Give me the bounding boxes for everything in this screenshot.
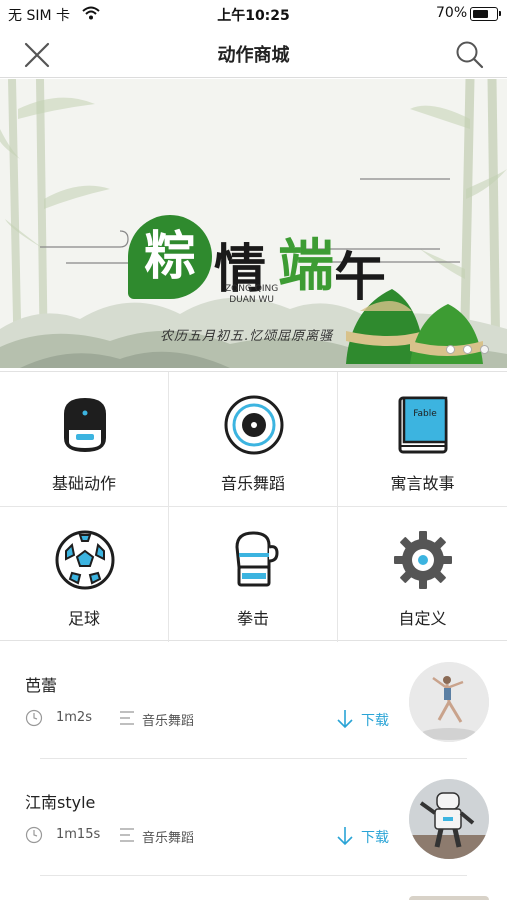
category-label: 足球 <box>67 609 100 628</box>
page-title: 动作商城 <box>217 45 290 66</box>
page-indicator-dot-3[interactable] <box>480 345 489 354</box>
boxing-glove-icon <box>235 531 279 587</box>
status-time: 上午10:25 <box>217 8 290 24</box>
category-soccer[interactable]: 足球 <box>0 507 169 642</box>
soccer-ball-icon <box>55 530 115 590</box>
action-name: 芭蕾 <box>25 676 58 695</box>
download-label: 下载 <box>361 713 389 729</box>
status-bar: 无 SIM 卡 上午10:25 70% <box>0 0 507 28</box>
action-meta: 1m15s 音乐舞蹈 下载 <box>25 825 405 847</box>
battery-icon <box>470 7 501 21</box>
list-icon <box>120 828 134 842</box>
category-fables[interactable]: Fable 寓言故事 <box>338 372 507 507</box>
action-duration: 1m15s <box>56 827 101 842</box>
banner-char-3: 端 <box>278 233 334 299</box>
battery-nub <box>498 11 501 16</box>
download-icon <box>337 710 353 729</box>
fable-book-icon: Fable <box>398 396 448 454</box>
banner-char-4: 午 <box>334 247 387 308</box>
list-item[interactable]: 芭蕾 1m2s 音乐舞蹈 下载 <box>0 642 507 759</box>
category-boxing[interactable]: 拳击 <box>169 507 338 642</box>
download-button[interactable]: 下载 <box>335 708 405 730</box>
search-icon[interactable] <box>454 39 486 71</box>
battery-fill <box>472 9 488 18</box>
category-grid: 基础动作 音乐舞蹈 Fable 寓言故事 足球 拳击 自定义 <box>0 371 507 642</box>
category-label: 寓言故事 <box>390 474 455 493</box>
music-disc-icon <box>224 395 284 455</box>
robot-dancing-thumbnail <box>409 779 489 859</box>
action-category: 音乐舞蹈 <box>142 831 195 846</box>
list-icon <box>120 711 134 725</box>
banner-pinyin-line-1: ZONG QING <box>225 284 279 294</box>
clock-icon <box>25 826 43 844</box>
download-icon <box>337 827 353 846</box>
list-item-partial[interactable] <box>409 896 489 900</box>
download-button[interactable]: 下载 <box>335 825 405 847</box>
category-music-dance[interactable]: 音乐舞蹈 <box>169 372 338 507</box>
category-label: 基础动作 <box>51 474 116 493</box>
gear-icon <box>394 531 452 589</box>
robot-icon <box>64 398 106 452</box>
action-name: 江南style <box>25 793 96 812</box>
battery-percent: 70% <box>436 5 468 21</box>
category-label: 拳击 <box>236 609 269 628</box>
category-label: 音乐舞蹈 <box>220 474 285 493</box>
category-basic-actions[interactable]: 基础动作 <box>0 372 169 507</box>
download-label: 下载 <box>361 830 389 846</box>
action-list: 芭蕾 1m2s 音乐舞蹈 下载 江南style 1m15s 音乐舞蹈 下载 <box>0 642 507 900</box>
page-indicator-dot-1[interactable] <box>446 345 455 354</box>
action-category: 音乐舞蹈 <box>142 714 195 729</box>
page-indicator-dot-2[interactable] <box>463 345 472 354</box>
banner-pinyin-line-2: DUAN WU <box>229 295 275 305</box>
category-label: 自定义 <box>398 609 447 628</box>
banner-char-1: 粽 <box>128 215 212 299</box>
list-item[interactable]: 江南style 1m15s 音乐舞蹈 下载 <box>0 759 507 876</box>
action-meta: 1m2s 音乐舞蹈 下载 <box>25 708 405 730</box>
ballet-dancer-thumbnail <box>409 662 489 742</box>
clock-icon <box>25 709 43 727</box>
fable-book-text: Fable <box>413 409 437 419</box>
action-duration: 1m2s <box>56 710 92 725</box>
category-custom[interactable]: 自定义 <box>338 507 507 642</box>
banner-subtitle: 农历五月初五.忆颂屈原离骚 <box>160 329 334 344</box>
nav-bar: 动作商城 <box>0 28 507 78</box>
row-divider <box>40 875 467 876</box>
promo-banner[interactable]: 粽 情 端 午 ZONG QING DUAN WU 农历五月初五.忆颂屈原离骚 <box>0 79 507 368</box>
banner-pinyin: ZONG QING DUAN WU <box>225 284 278 306</box>
